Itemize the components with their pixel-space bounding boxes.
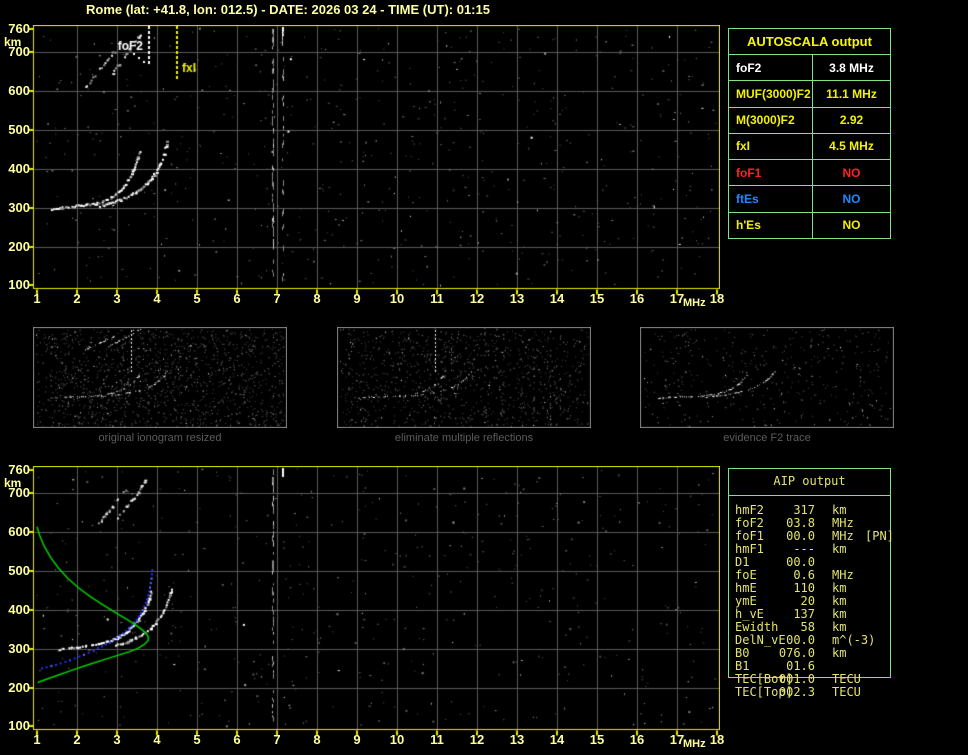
x-tick-label: 1 xyxy=(33,732,41,747)
y-tick-label: 200 xyxy=(8,679,30,695)
autoscala-row-label: MUF(3000)F2 xyxy=(736,86,811,101)
y-tick-label: 300 xyxy=(8,640,30,656)
panel-caption: original ionogram resized xyxy=(98,432,222,444)
autoscala-row: fxI 4.5 MHz xyxy=(729,132,890,160)
y-axis-unit-km: km xyxy=(4,476,22,490)
panel-caption: eliminate multiple reflections xyxy=(394,432,534,444)
autoscala-row-value: NO xyxy=(812,212,890,238)
x-tick-label: 7 xyxy=(273,732,281,747)
autoscala-row: h'Es NO xyxy=(729,211,890,238)
autoscala-row: M(3000)F2 2.92 xyxy=(729,106,890,133)
x-tick-label: 11 xyxy=(430,732,444,747)
autoscala-screen: Rome (lat: +41.8, lon: 012.5) - DATE: 20… xyxy=(0,0,968,755)
autoscala-row-label: ftEs xyxy=(736,192,759,207)
panel-eliminate-reflections xyxy=(337,327,591,428)
y-tick-label: 500 xyxy=(8,563,30,579)
x-tick-label: 13 xyxy=(509,732,525,747)
x-tick-label: 11 xyxy=(430,291,444,306)
x-tick-label: 2 xyxy=(73,732,81,747)
y-tick-label: 760 xyxy=(8,21,30,36)
autoscala-row-label: fxI xyxy=(736,139,751,154)
x-tick-label: 4 xyxy=(153,732,161,747)
x-tick-label: 9 xyxy=(353,732,361,747)
y-tick-label: 400 xyxy=(8,601,30,617)
x-tick-label: 5 xyxy=(193,291,201,306)
x-tick-label: 3 xyxy=(113,732,121,747)
y-tick-label: 200 xyxy=(8,238,30,254)
autoscala-table: AUTOSCALA output foF2 3.8 MHz MUF(3000)F2 1… xyxy=(728,28,891,239)
autoscala-row-value: 3.8 MHz xyxy=(812,55,890,81)
autoscala-row-label: M(3000)F2 xyxy=(736,113,795,128)
x-tick-label: 8 xyxy=(313,732,321,747)
x-tick-label: 14 xyxy=(549,732,565,747)
autoscala-row: foF1 NO xyxy=(729,159,890,186)
x-tick-label: 4 xyxy=(153,291,161,306)
x-tick-label: 16 xyxy=(629,291,645,306)
y-tick-label: 600 xyxy=(8,524,30,540)
autoscala-row-value: 4.5 MHz xyxy=(812,133,890,160)
autoscala-table-header: AUTOSCALA output xyxy=(747,34,872,49)
aip-unit: TECU xyxy=(832,685,861,699)
x-tick-label: 5 xyxy=(193,732,201,747)
autoscala-row-value: NO xyxy=(812,186,890,212)
x-tick-label: 6 xyxy=(233,732,241,747)
aip-table-header: AIP output xyxy=(773,474,846,488)
x-tick-label: 10 xyxy=(389,732,405,747)
autoscala-row-label: foF1 xyxy=(736,165,762,180)
autoscala-row: foF2 3.8 MHz xyxy=(729,54,890,81)
aip-val: 002.3 xyxy=(778,685,815,699)
x-tick-label: 2 xyxy=(73,291,81,306)
y-tick-label: 300 xyxy=(8,199,30,215)
x-tick-label: 15 xyxy=(589,291,605,306)
y-tick-label: 100 xyxy=(8,718,30,734)
aip-row: TEC[Top] 002.3 TECU xyxy=(729,686,890,699)
x-tick-label: 14 xyxy=(549,291,565,306)
x-axis-unit-mhz: MHz xyxy=(683,297,706,309)
autoscala-row: MUF(3000)F2 11.1 MHz xyxy=(729,80,890,107)
aip-table-separator xyxy=(729,495,890,496)
x-tick-label: 1 xyxy=(33,291,41,306)
page-title: Rome (lat: +41.8, lon: 012.5) - DATE: 20… xyxy=(86,2,490,17)
ionogram-profile-plot xyxy=(26,466,720,738)
autoscala-row: ftEs NO xyxy=(729,185,890,212)
x-tick-label: 18 xyxy=(709,291,725,306)
x-tick-label: 6 xyxy=(233,291,241,306)
ionogram-main-plot xyxy=(26,25,720,297)
x-tick-label: 10 xyxy=(389,291,405,306)
x-tick-label: 13 xyxy=(509,291,525,306)
y-tick-label: 400 xyxy=(8,160,30,176)
aip-note: [PN] xyxy=(865,529,894,543)
autoscala-row-label: foF2 xyxy=(736,60,762,75)
x-tick-label: 16 xyxy=(629,732,645,747)
autoscala-row-value: 11.1 MHz xyxy=(812,81,890,107)
autoscala-row-value: 2.92 xyxy=(812,107,890,133)
panel-original-ionogram xyxy=(33,327,287,428)
autoscala-row-value: NO xyxy=(812,160,890,186)
x-tick-label: 3 xyxy=(113,291,121,306)
panel-evidence-f2-trace xyxy=(640,327,894,428)
x-tick-label: 12 xyxy=(469,732,485,747)
x-axis-unit-mhz: MHz xyxy=(683,738,706,750)
x-tick-label: 12 xyxy=(469,291,485,306)
y-tick-label: 760 xyxy=(8,462,30,477)
aip-unit: km xyxy=(832,646,847,660)
x-tick-label: 18 xyxy=(709,732,725,747)
x-tick-label: 15 xyxy=(589,732,605,747)
autoscala-row-label: h'Es xyxy=(736,218,761,233)
y-tick-label: 600 xyxy=(8,83,30,99)
x-tick-label: 9 xyxy=(353,291,361,306)
x-tick-label: 8 xyxy=(313,291,321,306)
y-axis-unit-km: km xyxy=(4,35,22,49)
aip-table: AIP output hmF2 317 km foF2 03.8 MHz foF1 00.0 M… xyxy=(728,468,894,699)
y-tick-label: 100 xyxy=(8,277,30,293)
panel-caption: evidence F2 trace xyxy=(723,432,811,444)
aip-unit: km xyxy=(832,542,847,556)
x-tick-label: 7 xyxy=(273,291,281,306)
y-tick-label: 500 xyxy=(8,122,30,138)
